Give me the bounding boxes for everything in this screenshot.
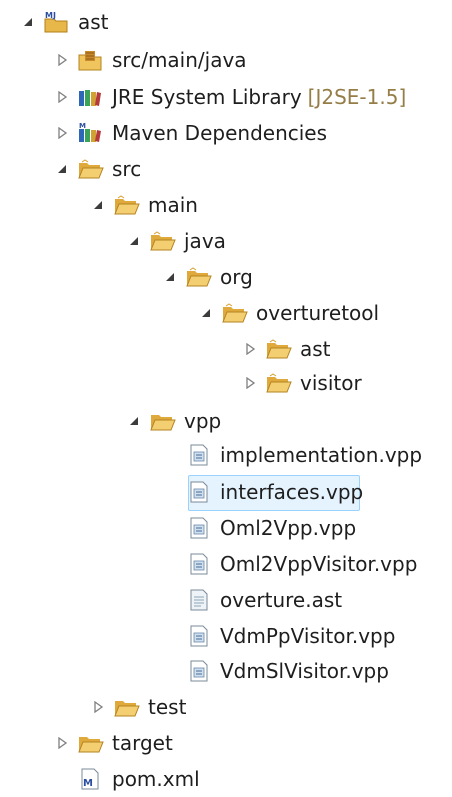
- tree-node-org[interactable]: org: [0, 259, 452, 295]
- expanded-triangle-icon[interactable]: [20, 14, 36, 30]
- tree-node-main[interactable]: main: [0, 187, 452, 223]
- jre-version-decoration: [J2SE-1.5]: [307, 85, 407, 109]
- collapsed-triangle-icon[interactable]: [242, 341, 258, 357]
- folder-open-icon: [184, 265, 212, 289]
- library-icon: [76, 85, 104, 109]
- tree-node-vpp[interactable]: vpp: [0, 403, 452, 439]
- tree-node-test[interactable]: test: [0, 689, 452, 725]
- tree-node-label: implementation.vpp: [220, 443, 423, 467]
- file-oml2vpp-vpp[interactable]: Oml2Vpp.vpp: [0, 510, 452, 546]
- tree-node-label: test: [148, 695, 187, 719]
- folder-open-icon: [112, 193, 140, 217]
- vpp-file-icon: [184, 659, 212, 683]
- svg-text:M: M: [83, 778, 93, 789]
- expanded-triangle-icon[interactable]: [90, 197, 106, 213]
- file-vdmppvisitor-vpp[interactable]: VdmPpVisitor.vpp: [0, 618, 452, 654]
- tree-node-label: ast: [78, 10, 109, 34]
- folder-icon: [76, 731, 104, 755]
- ast-file-icon: [184, 588, 212, 612]
- collapsed-triangle-icon[interactable]: [54, 735, 70, 751]
- expanded-triangle-icon[interactable]: [162, 269, 178, 285]
- folder-open-icon: [76, 157, 104, 181]
- expanded-triangle-icon[interactable]: [198, 305, 214, 321]
- tree-node-label: Oml2VppVisitor.vpp: [220, 552, 418, 576]
- file-implementation-vpp[interactable]: implementation.vpp: [0, 437, 452, 473]
- tree-node-visitor[interactable]: visitor: [0, 365, 452, 401]
- tree-node-maven-dependencies[interactable]: M Maven Dependencies: [0, 115, 452, 151]
- tree-node-label: main: [148, 193, 198, 217]
- tree-node-src-main-java[interactable]: src/main/java: [0, 42, 452, 78]
- expanded-triangle-icon[interactable]: [126, 233, 142, 249]
- pom-file-icon: M: [76, 767, 104, 791]
- collapsed-triangle-icon[interactable]: [90, 699, 106, 715]
- tree-node-label: java: [184, 229, 226, 253]
- tree-node-jre-system-library[interactable]: JRE System Library [J2SE-1.5]: [0, 79, 452, 115]
- tree-node-label: src/main/java: [112, 48, 247, 72]
- folder-icon: [112, 695, 140, 719]
- svg-text:MJ: MJ: [45, 11, 56, 20]
- tree-node-label: pom.xml: [112, 767, 200, 791]
- tree-node-ast-package[interactable]: ast: [0, 331, 452, 367]
- project-explorer-tree: MJ ast src/main/java JRE System Library …: [0, 0, 452, 791]
- collapsed-triangle-icon[interactable]: [54, 52, 70, 68]
- folder-open-icon: [264, 371, 292, 395]
- java-source-folder-icon: [76, 48, 104, 72]
- tree-node-target[interactable]: target: [0, 725, 452, 761]
- vpp-file-icon: [184, 624, 212, 648]
- folder-open-icon: [148, 229, 176, 253]
- expanded-triangle-icon[interactable]: [126, 413, 142, 429]
- vpp-file-icon: [184, 480, 212, 504]
- tree-node-label: interfaces.vpp: [220, 480, 364, 504]
- tree-node-label: VdmPpVisitor.vpp: [220, 624, 396, 648]
- file-interfaces-vpp[interactable]: interfaces.vpp: [0, 474, 452, 510]
- tree-node-label: src: [112, 157, 142, 181]
- file-vdmslvisitor-vpp[interactable]: VdmSlVisitor.vpp: [0, 653, 452, 689]
- expanded-triangle-icon[interactable]: [54, 161, 70, 177]
- collapsed-triangle-icon[interactable]: [54, 89, 70, 105]
- tree-node-label: Maven Dependencies: [112, 121, 328, 145]
- collapsed-triangle-icon[interactable]: [242, 375, 258, 391]
- vpp-file-icon: [184, 443, 212, 467]
- vpp-file-icon: [184, 516, 212, 540]
- tree-node-overturetool[interactable]: overturetool: [0, 295, 452, 331]
- vpp-file-icon: [184, 552, 212, 576]
- tree-node-label: overturetool: [256, 301, 380, 325]
- tree-node-label: overture.ast: [220, 588, 343, 612]
- svg-text:M: M: [79, 122, 86, 130]
- tree-node-label: org: [220, 265, 253, 289]
- tree-node-ast-project[interactable]: MJ ast: [0, 4, 452, 40]
- tree-node-src[interactable]: src: [0, 151, 452, 187]
- file-oml2vppvisitor-vpp[interactable]: Oml2VppVisitor.vpp: [0, 546, 452, 582]
- tree-node-label: Oml2Vpp.vpp: [220, 516, 357, 540]
- folder-open-icon: [220, 301, 248, 325]
- collapsed-triangle-icon[interactable]: [54, 125, 70, 141]
- tree-node-label: target: [112, 731, 173, 755]
- tree-node-java[interactable]: java: [0, 223, 452, 259]
- folder-open-icon: [264, 337, 292, 361]
- maven-icon: M: [76, 121, 104, 145]
- tree-node-label: visitor: [300, 371, 362, 395]
- tree-node-label: VdmSlVisitor.vpp: [220, 659, 389, 683]
- tree-node-label: vpp: [184, 409, 222, 433]
- folder-open-icon: [148, 409, 176, 433]
- maven-project-icon: MJ: [42, 10, 70, 34]
- tree-node-label: JRE System Library: [112, 85, 302, 109]
- file-overture-ast[interactable]: overture.ast: [0, 582, 452, 618]
- file-pom-xml[interactable]: M pom.xml: [0, 761, 452, 797]
- tree-node-label: ast: [300, 337, 331, 361]
